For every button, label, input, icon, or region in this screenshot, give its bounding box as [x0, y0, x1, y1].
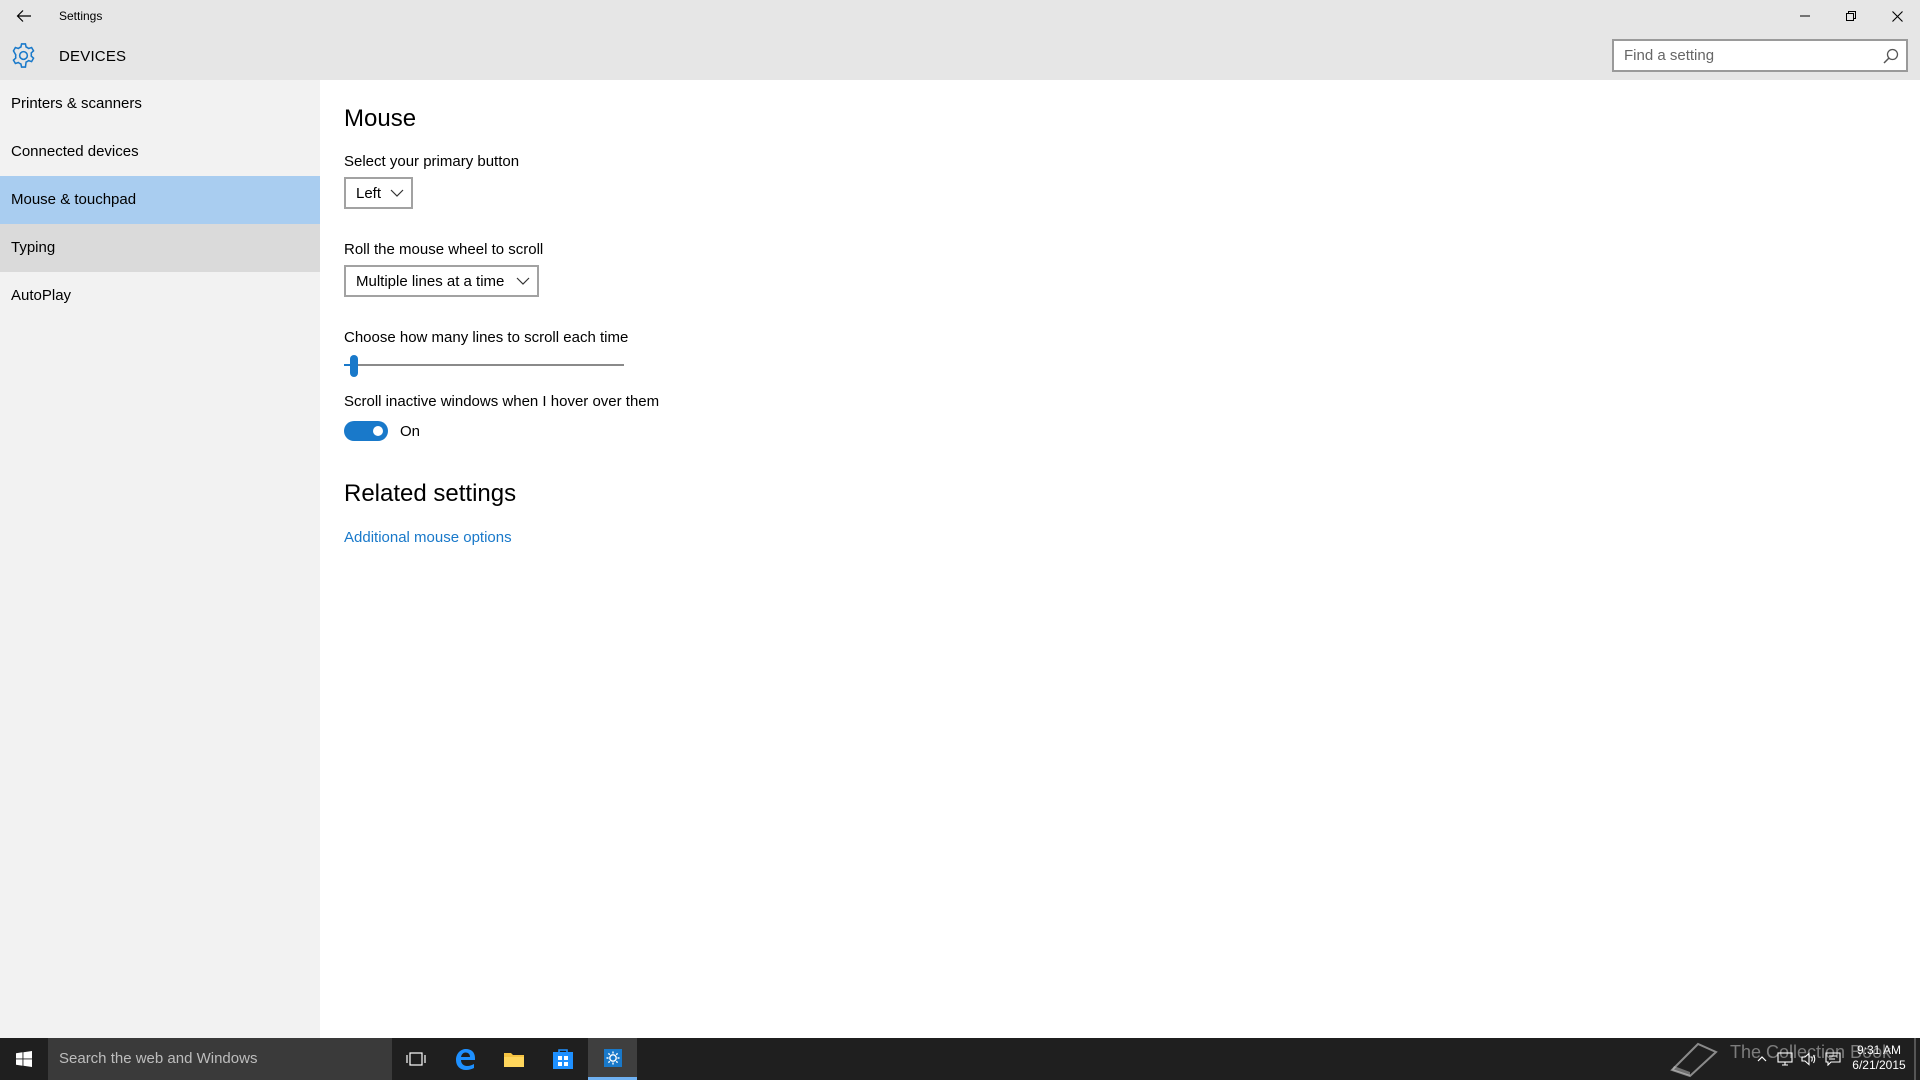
search-icon[interactable] — [1882, 47, 1900, 65]
restore-button[interactable] — [1828, 0, 1874, 32]
inactive-scroll-toggle[interactable] — [344, 421, 388, 441]
window-title: Settings — [59, 9, 103, 23]
sidebar-item-label: Printers & scanners — [11, 95, 142, 112]
settings-taskbar-button[interactable] — [588, 1038, 637, 1080]
primary-button-label: Select your primary button — [344, 153, 520, 170]
windows-logo-icon — [16, 1051, 32, 1067]
related-settings-heading: Related settings — [344, 480, 517, 507]
network-icon — [1777, 1052, 1793, 1066]
sidebar-item-printers-scanners[interactable]: Printers & scanners — [0, 80, 320, 128]
clock-date: 6/21/2015 — [1852, 1058, 1906, 1072]
dropdown-value: Left — [356, 184, 382, 202]
main-content: Mouse Select your primary button Left Ro… — [320, 80, 1920, 1038]
network-button[interactable] — [1774, 1038, 1796, 1080]
additional-mouse-options-link[interactable]: Additional mouse options — [344, 529, 512, 546]
show-hidden-icons-button[interactable] — [1752, 1038, 1772, 1080]
title-bar: Settings — [0, 0, 1920, 32]
message-icon — [1825, 1052, 1841, 1066]
sidebar-item-label: AutoPlay — [11, 287, 72, 304]
close-button[interactable] — [1874, 0, 1920, 32]
sidebar-item-label: Typing — [11, 239, 56, 256]
settings-gear-icon — [603, 1048, 622, 1067]
chevron-down-icon — [516, 277, 530, 285]
dropdown-value: Multiple lines at a time — [356, 272, 505, 290]
scroll-lines-label: Choose how many lines to scroll each tim… — [344, 329, 629, 346]
edge-browser-button[interactable] — [441, 1038, 489, 1080]
chevron-up-icon — [1757, 1056, 1767, 1062]
task-view-icon — [406, 1052, 426, 1066]
clock-time: 9:31 AM — [1856, 1043, 1902, 1057]
primary-button-dropdown[interactable]: Left — [344, 177, 413, 209]
minimize-icon — [1800, 15, 1810, 17]
toggle-state-text: On — [400, 423, 421, 440]
scroll-lines-slider-track[interactable] — [344, 364, 624, 366]
settings-header: DEVICES — [0, 32, 1920, 80]
task-view-button[interactable] — [392, 1038, 440, 1080]
action-center-button[interactable] — [1822, 1038, 1844, 1080]
section-heading: Mouse — [344, 105, 417, 132]
folder-icon — [504, 1053, 524, 1067]
sidebar-item-label: Mouse & touchpad — [11, 191, 137, 208]
taskbar-search-placeholder: Search the web and Windows — [59, 1050, 258, 1067]
volume-button[interactable] — [1798, 1038, 1820, 1080]
sidebar-item-typing[interactable]: Typing — [0, 224, 320, 272]
taskbar-search-box[interactable]: Search the web and Windows — [48, 1038, 392, 1080]
start-button[interactable] — [0, 1038, 48, 1080]
taskbar-clock[interactable]: 9:31 AM 6/21/2015 — [1848, 1043, 1910, 1073]
sidebar-item-mouse-touchpad[interactable]: Mouse & touchpad — [0, 176, 320, 224]
taskbar: Search the web and Windows The Collectio… — [0, 1038, 1920, 1080]
chevron-down-icon — [390, 189, 404, 197]
page-title: DEVICES — [59, 48, 127, 65]
restore-icon — [1846, 11, 1856, 21]
volume-icon — [1801, 1052, 1816, 1066]
edge-icon — [456, 1049, 475, 1070]
scroll-mode-label: Roll the mouse wheel to scroll — [344, 241, 544, 258]
close-icon — [1891, 10, 1903, 22]
toggle-knob — [373, 426, 383, 436]
sidebar-item-autoplay[interactable]: AutoPlay — [0, 272, 320, 320]
scroll-lines-slider-thumb[interactable] — [350, 355, 359, 377]
inactive-scroll-label: Scroll inactive windows when I hover ove… — [344, 393, 660, 410]
back-arrow-icon — [16, 10, 31, 22]
gear-icon — [12, 43, 35, 68]
book-watermark-icon — [1670, 1042, 1718, 1078]
show-desktop-button[interactable] — [1914, 1038, 1916, 1080]
store-button[interactable] — [539, 1038, 587, 1080]
store-icon — [553, 1049, 573, 1069]
minimize-button[interactable] — [1782, 0, 1828, 32]
sidebar-item-connected-devices[interactable]: Connected devices — [0, 128, 320, 176]
file-explorer-button[interactable] — [490, 1038, 538, 1080]
sidebar: Printers & scanners Connected devices Mo… — [0, 80, 320, 1038]
find-setting-search[interactable] — [1612, 39, 1908, 72]
sidebar-item-label: Connected devices — [11, 143, 139, 160]
scroll-mode-dropdown[interactable]: Multiple lines at a time — [344, 265, 539, 297]
back-button[interactable] — [0, 0, 48, 32]
search-input[interactable] — [1614, 41, 1906, 70]
window-controls — [1782, 0, 1920, 32]
